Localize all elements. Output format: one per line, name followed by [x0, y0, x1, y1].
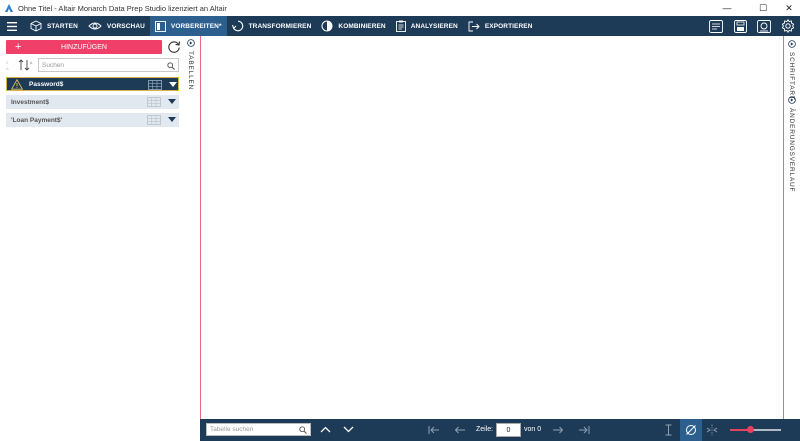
- history-tab-label[interactable]: ÄNDERUNGSVERLAUF: [788, 108, 795, 192]
- chevron-up-icon[interactable]: [320, 426, 331, 433]
- table-row-password[interactable]: Password$: [6, 77, 179, 91]
- table-grid-icon[interactable]: [147, 115, 161, 125]
- font-tab-label[interactable]: SCHRIFTART: [788, 52, 795, 101]
- tab-starten[interactable]: STARTEN: [25, 16, 83, 36]
- caret-down-icon[interactable]: [168, 117, 176, 122]
- text-cursor-icon[interactable]: [664, 424, 673, 436]
- sort-icon[interactable]: Z A A: [6, 58, 34, 72]
- data-preview-area[interactable]: [200, 36, 784, 419]
- table-row-loan-payment[interactable]: 'Loan Payment$': [6, 113, 179, 127]
- combine-icon: [321, 20, 333, 32]
- tables-side-tab[interactable]: TABELLEN: [183, 36, 200, 419]
- tab-vorschau[interactable]: VORSCHAU: [83, 16, 150, 36]
- search-icon[interactable]: [299, 426, 307, 434]
- workspace-icon: [757, 19, 771, 33]
- svg-text:A: A: [30, 61, 33, 65]
- tab-transformieren-label: TRANSFORMIEREN: [248, 22, 312, 30]
- svg-text:A: A: [6, 66, 9, 71]
- tables-panel: + HINZUFÜGEN Z A A Password$ Investment$: [0, 36, 183, 441]
- gear-icon: [781, 19, 795, 33]
- report-button[interactable]: [704, 16, 728, 36]
- tab-analysieren-label: ANALYSIEREN: [410, 22, 458, 30]
- find-table-box[interactable]: [206, 423, 311, 436]
- collapse-icon[interactable]: [187, 39, 195, 47]
- app-logo-icon: [5, 4, 13, 12]
- tab-vorschau-label: VORSCHAU: [106, 22, 145, 30]
- search-icon[interactable]: [167, 62, 175, 70]
- table-name: Password$: [29, 80, 64, 88]
- warning-icon: [11, 79, 23, 90]
- tab-vorbereiten-label: VORBEREITEN*: [170, 22, 222, 30]
- cube-icon: [30, 20, 42, 32]
- minimize-button[interactable]: —: [713, 0, 741, 16]
- table-search-box[interactable]: [38, 58, 179, 72]
- table-grid-icon[interactable]: [147, 97, 161, 107]
- hamburger-icon: [7, 21, 17, 31]
- table-name: 'Loan Payment$': [11, 116, 63, 124]
- workspace-button[interactable]: [752, 16, 776, 36]
- row-label: Zeile:: [476, 426, 494, 433]
- next-row-icon[interactable]: [552, 425, 564, 435]
- add-table-label: HINZUFÜGEN: [61, 43, 107, 51]
- tab-kombinieren-label: KOMBINIEREN: [338, 22, 386, 30]
- maximize-button[interactable]: ☐: [749, 0, 777, 16]
- expand-font-panel-icon[interactable]: [788, 40, 796, 48]
- menu-button[interactable]: [0, 16, 25, 36]
- previous-row-icon[interactable]: [454, 425, 466, 435]
- eye-icon: [88, 22, 102, 30]
- export-icon: [468, 21, 480, 31]
- tab-transformieren[interactable]: TRANSFORMIEREN: [227, 16, 317, 36]
- table-grid-icon[interactable]: [148, 80, 162, 90]
- tab-exportieren[interactable]: EXPORTIEREN: [463, 16, 538, 36]
- main-toolbar: STARTEN VORSCHAU VORBEREITEN* TRANSFORMI…: [0, 16, 800, 36]
- row-number-input[interactable]: 0: [496, 423, 521, 437]
- null-values-toggle[interactable]: [680, 419, 702, 441]
- caret-down-icon[interactable]: [168, 99, 176, 104]
- caret-down-icon[interactable]: [169, 82, 177, 87]
- svg-text:Z: Z: [6, 60, 9, 65]
- table-row-investment[interactable]: Investment$: [6, 95, 179, 109]
- tab-starten-label: STARTEN: [47, 22, 78, 30]
- settings-button[interactable]: [776, 16, 800, 36]
- bottom-navigation-bar: Zeile: 0 von 0: [200, 419, 800, 441]
- panel-icon: [154, 20, 166, 32]
- null-icon: [686, 425, 696, 435]
- add-table-button[interactable]: + HINZUFÜGEN: [6, 40, 162, 54]
- zoom-slider[interactable]: [730, 426, 781, 433]
- save-icon: [733, 19, 747, 33]
- chevron-down-icon[interactable]: [343, 426, 354, 433]
- expand-history-panel-icon[interactable]: [788, 96, 796, 104]
- report-icon: [709, 19, 723, 33]
- zoom-slider-thumb[interactable]: [746, 426, 754, 433]
- refresh-icon[interactable]: [167, 40, 181, 54]
- tab-analysieren[interactable]: ANALYSIEREN: [391, 16, 463, 36]
- close-button[interactable]: ✕: [775, 0, 800, 16]
- tables-tab-label: TABELLEN: [187, 51, 194, 91]
- tab-vorbereiten[interactable]: VORBEREITEN*: [149, 16, 227, 36]
- tab-exportieren-label: EXPORTIEREN: [484, 22, 533, 30]
- save-button[interactable]: [728, 16, 752, 36]
- clipboard-icon: [395, 20, 406, 32]
- plus-icon: +: [15, 41, 22, 53]
- column-split-icon[interactable]: [706, 424, 718, 436]
- right-side-panel: SCHRIFTART ÄNDERUNGSVERLAUF: [784, 36, 800, 441]
- window-title: Ohne Titel - Altair Monarch Data Prep St…: [18, 3, 227, 13]
- tab-kombinieren[interactable]: KOMBINIEREN: [316, 16, 390, 36]
- last-row-icon[interactable]: [578, 425, 590, 435]
- cycle-icon: [231, 20, 243, 32]
- first-row-icon[interactable]: [428, 425, 440, 435]
- title-bar: Ohne Titel - Altair Monarch Data Prep St…: [0, 0, 800, 16]
- row-count-label: von 0: [524, 426, 542, 433]
- toolbar-right-actions: [704, 16, 800, 36]
- find-table-input[interactable]: [207, 426, 297, 433]
- table-search-input[interactable]: [39, 61, 165, 69]
- table-name: Investment$: [11, 98, 49, 106]
